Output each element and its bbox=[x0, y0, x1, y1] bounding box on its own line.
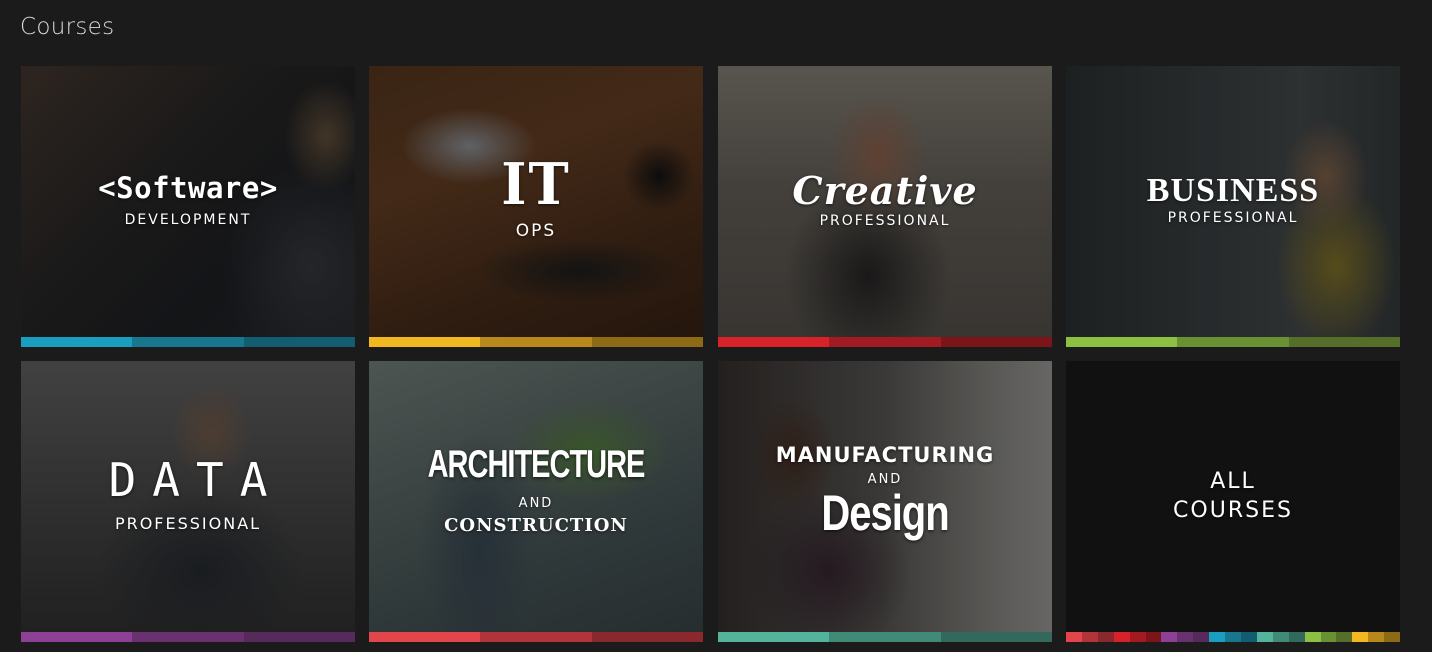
all-courses-line2: COURSES bbox=[1173, 498, 1293, 523]
page-title: Courses bbox=[20, 14, 115, 40]
it-subtitle: OPS bbox=[515, 221, 557, 241]
color-bar-segment bbox=[1097, 632, 1114, 642]
course-tile-architecture-construction[interactable]: ARCHITECTURE AND CONSTRUCTION bbox=[369, 361, 703, 642]
architecture-and: AND bbox=[518, 496, 554, 511]
course-tile-manufacturing-design[interactable]: MANUFACTURING AND Design bbox=[718, 361, 1052, 642]
color-bar-segment bbox=[940, 337, 1052, 347]
color-bar-segment bbox=[1177, 632, 1194, 642]
data-title: DATA bbox=[108, 453, 284, 507]
course-grid: <Software> DEVELOPMENT IT OPS Creative P… bbox=[21, 66, 1401, 642]
color-bar-segment bbox=[1161, 632, 1178, 642]
color-bar-segment bbox=[243, 337, 355, 347]
color-bar-segment bbox=[1320, 632, 1337, 642]
color-bar-segment bbox=[1193, 632, 1210, 642]
architecture-title: ARCHITECTURE bbox=[427, 443, 646, 487]
color-bar-segment bbox=[243, 632, 355, 642]
course-tile-data-professional[interactable]: DATA PROFESSIONAL bbox=[21, 361, 355, 642]
course-tile-it-ops[interactable]: IT OPS bbox=[369, 66, 703, 347]
color-bar-segment bbox=[1384, 632, 1400, 642]
color-bar-segment bbox=[369, 337, 481, 347]
business-color-bar bbox=[1066, 337, 1400, 347]
color-bar-segment bbox=[591, 632, 703, 642]
it-title: IT bbox=[501, 150, 571, 218]
color-bar-segment bbox=[1081, 632, 1098, 642]
all-courses-line1: ALL bbox=[1210, 469, 1256, 494]
color-bar-segment bbox=[591, 337, 703, 347]
manufacturing-color-bar bbox=[718, 632, 1052, 642]
software-title: <Software> bbox=[98, 171, 278, 205]
business-title: BUSINESS bbox=[1146, 172, 1320, 209]
color-bar-segment bbox=[1336, 632, 1353, 642]
construction-subtitle: CONSTRUCTION bbox=[444, 515, 628, 536]
software-color-bar bbox=[21, 337, 355, 347]
color-bar-segment bbox=[1145, 632, 1162, 642]
color-bar-segment bbox=[1113, 632, 1130, 642]
course-tile-software-development[interactable]: <Software> DEVELOPMENT bbox=[21, 66, 355, 347]
business-subtitle: PROFESSIONAL bbox=[1167, 210, 1299, 226]
color-bar-segment bbox=[480, 632, 592, 642]
software-subtitle: DEVELOPMENT bbox=[124, 212, 252, 228]
color-bar-segment bbox=[1066, 337, 1178, 347]
color-bar-segment bbox=[1256, 632, 1273, 642]
color-bar-segment bbox=[369, 632, 481, 642]
color-bar-segment bbox=[1272, 632, 1289, 642]
color-bar-segment bbox=[1225, 632, 1241, 642]
design-subtitle: Design bbox=[821, 486, 949, 542]
all-courses-color-bar bbox=[1066, 632, 1400, 642]
color-bar-segment bbox=[1129, 632, 1146, 642]
creative-color-bar bbox=[718, 337, 1052, 347]
course-tile-all-courses[interactable]: ALL COURSES bbox=[1066, 361, 1400, 642]
creative-title: Creative bbox=[792, 168, 978, 213]
color-bar-segment bbox=[1304, 632, 1321, 642]
manufacturing-title: MANUFACTURING bbox=[775, 443, 995, 467]
architecture-color-bar bbox=[369, 632, 703, 642]
data-color-bar bbox=[21, 632, 355, 642]
course-tile-creative-professional[interactable]: Creative PROFESSIONAL bbox=[718, 66, 1052, 347]
color-bar-segment bbox=[1066, 632, 1082, 642]
color-bar-segment bbox=[132, 337, 244, 347]
creative-subtitle: PROFESSIONAL bbox=[819, 213, 951, 229]
color-bar-segment bbox=[1352, 632, 1369, 642]
it-color-bar bbox=[369, 337, 703, 347]
course-tile-business-professional[interactable]: BUSINESS PROFESSIONAL bbox=[1066, 66, 1400, 347]
color-bar-segment bbox=[718, 337, 830, 347]
color-bar-segment bbox=[1368, 632, 1385, 642]
color-bar-segment bbox=[940, 632, 1052, 642]
color-bar-segment bbox=[1209, 632, 1226, 642]
color-bar-segment bbox=[21, 632, 133, 642]
color-bar-segment bbox=[1288, 337, 1400, 347]
color-bar-segment bbox=[132, 632, 244, 642]
all-courses-background bbox=[1066, 361, 1400, 632]
color-bar-segment bbox=[829, 632, 941, 642]
color-bar-segment bbox=[1240, 632, 1257, 642]
manufacturing-and: AND bbox=[867, 472, 903, 487]
color-bar-segment bbox=[718, 632, 830, 642]
color-bar-segment bbox=[480, 337, 592, 347]
color-bar-segment bbox=[1288, 632, 1305, 642]
color-bar-segment bbox=[21, 337, 133, 347]
color-bar-segment bbox=[1177, 337, 1289, 347]
color-bar-segment bbox=[829, 337, 941, 347]
data-subtitle: PROFESSIONAL bbox=[114, 514, 262, 533]
